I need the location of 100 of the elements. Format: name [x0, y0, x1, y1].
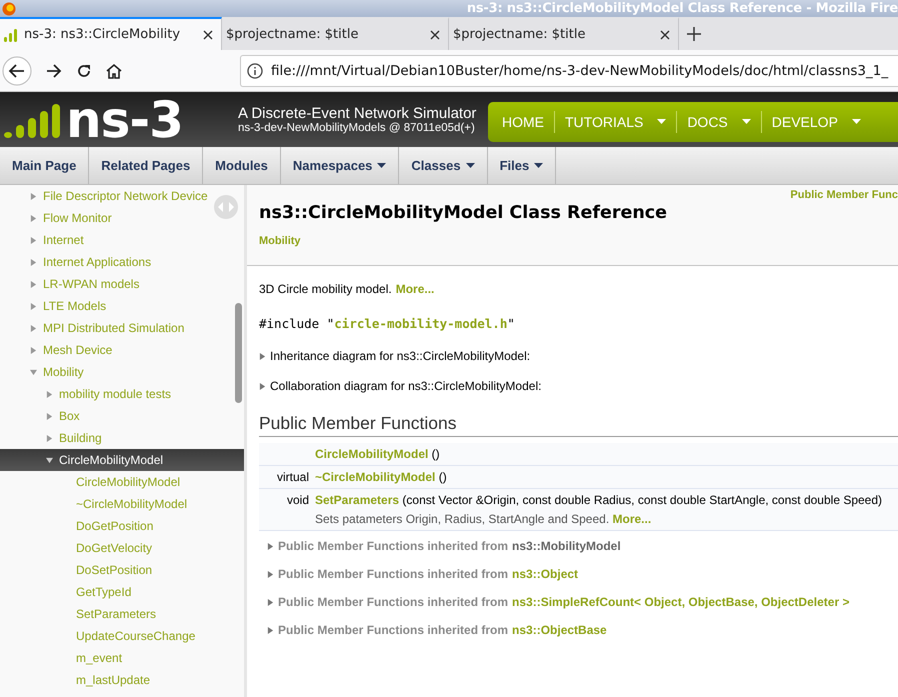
member-args: (const Vector &Origin, const double Radius, const double StartAngle, const double Speed) — [401, 493, 882, 507]
scrollbar-thumb[interactable] — [235, 303, 242, 403]
expanded-arrow-icon[interactable] — [46, 456, 53, 464]
collapsed-arrow-icon[interactable] — [30, 346, 37, 354]
more-link[interactable]: More... — [612, 512, 652, 526]
reload-icon[interactable] — [76, 62, 92, 78]
caret-icon — [852, 118, 861, 124]
caret-icon — [377, 162, 386, 168]
inherited-heading[interactable]: Public Member Functions inherited from — [278, 595, 508, 609]
tree-item[interactable]: Flow Monitor — [0, 207, 244, 229]
diagram-toggle[interactable]: Collaboration diagram for ns3::CircleMobilityModel: — [270, 379, 542, 393]
member-link[interactable]: ~CircleMobilityModel — [315, 470, 436, 484]
nav-tab[interactable]: Files — [488, 147, 556, 184]
include-text: " — [507, 316, 515, 331]
tab-title: ns-3: ns3::CircleMobility — [24, 27, 182, 42]
nav-tab[interactable]: Modules — [203, 147, 281, 184]
collapsed-arrow-icon[interactable] — [259, 352, 266, 360]
sync-toggle-icon[interactable] — [214, 195, 238, 219]
collapsed-arrow-icon[interactable] — [267, 626, 274, 634]
tree-item[interactable]: Mesh Device — [0, 339, 244, 361]
header-file-link[interactable]: circle-mobility-model.h — [334, 316, 508, 331]
collapsed-arrow-icon[interactable] — [46, 390, 53, 398]
tree-item[interactable]: mobility module tests — [0, 383, 244, 405]
collapsed-arrow-icon[interactable] — [30, 192, 37, 200]
inherited-heading[interactable]: Public Member Functions inherited from — [278, 567, 508, 581]
tree-item[interactable]: Internet Applications — [0, 251, 244, 273]
tree-item[interactable]: Box — [0, 405, 244, 427]
home-icon[interactable] — [106, 62, 122, 78]
member-link[interactable]: SetParameters — [315, 493, 400, 507]
close-icon[interactable] — [660, 30, 670, 40]
tree-item[interactable]: ~CircleMobilityModel — [0, 493, 244, 515]
collapsed-arrow-icon[interactable] — [30, 280, 37, 288]
brief-text: 3D Circle mobility model. — [259, 282, 392, 296]
menu-link[interactable]: HOME — [492, 110, 554, 132]
logo-text: ns-3 — [66, 94, 183, 144]
tree-item[interactable]: m_event — [0, 647, 244, 669]
tree-item[interactable]: DoSetPosition — [0, 559, 244, 581]
close-icon[interactable] — [430, 30, 440, 40]
caret-icon — [742, 118, 751, 124]
site-tagline: A Discrete-Event Network Simulator — [238, 105, 478, 122]
tree-item[interactable]: MPI Distributed Simulation — [0, 317, 244, 339]
member-link[interactable]: CircleMobilityModel — [315, 447, 428, 461]
tree-item[interactable]: Building — [0, 427, 244, 449]
inherited-heading[interactable]: Public Member Functions inherited from — [278, 623, 508, 637]
base-class-link[interactable]: ns3::MobilityModel — [512, 539, 621, 553]
group-link[interactable]: Mobility — [259, 235, 898, 247]
nav-tab[interactable]: Main Page — [0, 147, 90, 184]
base-class-link[interactable]: ns3::ObjectBase — [512, 623, 607, 637]
return-type: virtual — [276, 470, 309, 484]
collapsed-arrow-icon[interactable] — [30, 302, 37, 310]
inherited-heading[interactable]: Public Member Functions inherited from — [278, 539, 508, 553]
tree-item[interactable]: LTE Models — [0, 295, 244, 317]
new-tab-icon[interactable] — [687, 26, 701, 40]
collapsed-arrow-icon[interactable] — [267, 542, 274, 550]
tree-item[interactable]: SetParameters — [0, 603, 244, 625]
collapsed-arrow-icon[interactable] — [267, 598, 274, 606]
browser-logo-icon — [2, 2, 16, 16]
base-class-link[interactable]: ns3::SimpleRefCount< Object, ObjectBase, ObjectDeleter > — [512, 595, 850, 609]
tab-title: $projectname: $title — [226, 27, 360, 42]
tree-item[interactable]: CircleMobilityModel — [0, 471, 244, 493]
member-args: () — [438, 470, 447, 484]
collapsed-arrow-icon[interactable] — [30, 258, 37, 266]
collapsed-arrow-icon[interactable] — [46, 412, 53, 420]
page-title: ns3::CircleMobilityModel Class Reference — [259, 203, 668, 223]
browser-tab[interactable]: ns-3: ns3::CircleMobility — [0, 17, 222, 50]
nav-tab[interactable]: Classes — [399, 147, 488, 184]
summary-link[interactable]: Public Member Func — [790, 189, 898, 201]
info-icon — [247, 62, 263, 78]
collapsed-arrow-icon[interactable] — [30, 236, 37, 244]
collapsed-arrow-icon[interactable] — [267, 570, 274, 578]
tree-item[interactable]: DoGetPosition — [0, 515, 244, 537]
menu-link[interactable]: DEVELOP — [760, 110, 871, 132]
expanded-arrow-icon[interactable] — [30, 368, 37, 376]
tree-item[interactable]: LR-WPAN models — [0, 273, 244, 295]
tree-item[interactable]: DoGetVelocity — [0, 537, 244, 559]
menu-link[interactable]: DOCS — [676, 110, 761, 132]
address-field[interactable]: file:///mnt/Virtual/Debian10Buster/home/ns-3-dev-NewMobilityModels/doc/html/classns3_1_ — [240, 54, 898, 86]
tree-item[interactable]: CircleMobilityModel — [0, 449, 244, 471]
base-class-link[interactable]: ns3::Object — [512, 567, 578, 581]
collapsed-arrow-icon[interactable] — [259, 382, 266, 390]
tree-item[interactable]: GetTypeId — [0, 581, 244, 603]
nav-tab[interactable]: Namespaces — [280, 147, 400, 184]
tree-item[interactable]: File Descriptor Network Device — [0, 185, 244, 207]
more-link[interactable]: More... — [396, 282, 434, 296]
close-icon[interactable] — [203, 30, 213, 40]
signal-bars-icon — [4, 28, 18, 42]
tree-item[interactable]: UpdateCourseChange — [0, 625, 244, 647]
caret-icon — [657, 118, 666, 124]
collapsed-arrow-icon[interactable] — [30, 324, 37, 332]
nav-tab[interactable]: Related Pages — [89, 147, 204, 184]
collapsed-arrow-icon[interactable] — [30, 214, 37, 222]
caret-icon — [534, 162, 544, 168]
tree-item[interactable]: Mobility — [0, 361, 244, 383]
menu-link[interactable]: TUTORIALS — [554, 110, 676, 132]
diagram-toggle[interactable]: Inheritance diagram for ns3::CircleMobilityModel: — [270, 349, 530, 363]
forward-icon[interactable] — [46, 64, 62, 78]
back-icon[interactable] — [2, 56, 32, 86]
tree-item[interactable]: Internet — [0, 229, 244, 251]
tree-item[interactable]: m_lastUpdate — [0, 669, 244, 691]
collapsed-arrow-icon[interactable] — [46, 434, 53, 442]
